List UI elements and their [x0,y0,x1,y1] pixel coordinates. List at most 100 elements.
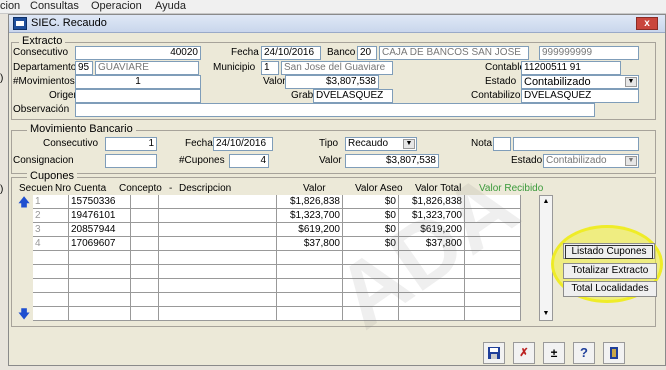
edge-mark: ) [0,184,4,195]
table-cell[interactable] [159,251,277,265]
table-cell[interactable] [159,293,277,307]
table-cell[interactable]: 15750336 [69,195,131,209]
table-cell[interactable] [159,265,277,279]
table-cell[interactable] [131,251,159,265]
table-cell[interactable] [69,251,131,265]
nota-field[interactable] [513,137,639,151]
table-cell[interactable] [131,293,159,307]
contabilizo-field[interactable]: DVELASQUEZ [521,89,639,103]
mov-valor-label: Valor [319,155,342,166]
mov-fecha-field[interactable]: 24/10/2016 [213,137,273,151]
table-cell[interactable] [33,307,69,321]
col-header-nro-cuenta: Nro Cuenta [55,183,107,194]
listado-cupones-button[interactable]: Listado Cupones [563,243,655,259]
estado-select[interactable]: Contabilizado ▼ [521,75,639,89]
departamento-code-field[interactable]: 95 [75,61,93,75]
chevron-down-icon[interactable]: ▼ [625,156,637,166]
close-button[interactable]: x [636,17,658,30]
table-cell[interactable] [159,307,277,321]
table-cell[interactable] [277,293,343,307]
table-cell[interactable]: 3 [33,223,69,237]
table-cell[interactable] [159,195,277,209]
menu-item-consultas[interactable]: Consultas [30,0,79,12]
table-cell[interactable] [131,279,159,293]
consignacion-field[interactable] [105,154,157,168]
table-cell[interactable]: $619,200 [277,223,343,237]
table-cell[interactable] [69,307,131,321]
table-row[interactable] [17,307,539,321]
table-cell[interactable] [159,209,277,223]
mov-valor-field[interactable]: $3,807,538 [345,154,439,168]
chevron-down-icon[interactable]: ▼ [625,77,637,87]
table-cell[interactable]: 20857944 [69,223,131,237]
table-cell[interactable] [131,195,159,209]
origen-field[interactable] [75,89,201,103]
totalizar-extracto-button[interactable]: Totalizar Extracto [563,263,657,279]
table-cell[interactable] [131,307,159,321]
total-localidades-button[interactable]: Total Localidades [563,281,657,297]
valor-field[interactable]: $3,807,538 [285,75,379,89]
chevron-down-icon[interactable]: ▼ [541,309,551,319]
table-cell[interactable] [159,279,277,293]
contable-field[interactable]: 11200511 91 [521,61,621,75]
table-cell[interactable] [33,293,69,307]
table-cell[interactable]: 2 [33,209,69,223]
table-cell[interactable] [69,265,131,279]
menu-item-cion[interactable]: cion [0,0,20,12]
municipio-name-field: San Jose del Guaviare [281,61,393,75]
table-cell[interactable] [159,237,277,251]
chevron-up-icon[interactable]: ▲ [541,197,551,207]
cancel-edit-icon[interactable]: ✗ [513,342,535,364]
table-cell[interactable] [131,265,159,279]
movimiento-title: Movimiento Bancario [27,123,136,135]
table-cell[interactable]: 1 [33,195,69,209]
table-cell[interactable]: $1,826,838 [277,195,343,209]
table-cell[interactable] [33,279,69,293]
tipo-select[interactable]: Recaudo ▼ [345,137,417,151]
table-cell[interactable]: $0 [343,195,399,209]
municipio-code-field[interactable]: 1 [261,61,279,75]
consignacion-label: Consignacion [13,155,74,166]
table-cell[interactable] [33,251,69,265]
table-cell[interactable]: 17069607 [69,237,131,251]
table-cell[interactable]: $37,800 [277,237,343,251]
consecutivo-field[interactable]: 40020 [75,46,201,60]
edge-mark: ) [0,73,4,84]
arrow-up-icon[interactable]: 🡅 [17,195,31,209]
table-cell[interactable]: 19476101 [69,209,131,223]
table-cell[interactable] [465,307,521,321]
table-cell[interactable] [33,265,69,279]
movimientos-field[interactable]: 1 [75,75,201,89]
banco-code-field[interactable]: 20 [357,46,377,60]
table-cell[interactable]: $1,323,700 [277,209,343,223]
nota-code-field[interactable] [493,137,511,151]
mov-consecutivo-label: Consecutivo [43,138,99,149]
table-cell[interactable] [277,307,343,321]
exit-door-icon[interactable] [603,342,625,364]
menu-item-ayuda[interactable]: Ayuda [155,0,186,12]
grabo-field[interactable]: DVELASQUEZ [313,89,393,103]
table-cell[interactable] [131,209,159,223]
table-cell[interactable] [69,279,131,293]
col-header-valor: Valor [303,183,326,194]
table-cell[interactable] [159,223,277,237]
mov-consecutivo-field[interactable]: 1 [105,137,157,151]
table-row[interactable] [17,293,539,307]
mov-estado-select[interactable]: Contabilizado ▼ [543,154,639,168]
arrow-down-icon[interactable]: 🡇 [17,307,31,321]
chevron-down-icon[interactable]: ▼ [403,139,415,149]
table-cell[interactable] [465,293,521,307]
fecha-field[interactable]: 24/10/2016 [261,46,321,60]
plus-minus-icon[interactable]: ± [543,342,565,364]
movimientos-label: #Movimientos [13,76,75,87]
save-icon[interactable] [483,342,505,364]
menu-item-operacion[interactable]: Operacion [91,0,142,12]
table-cell[interactable] [131,223,159,237]
table-cell[interactable] [131,237,159,251]
table-cell[interactable]: 4 [33,237,69,251]
table-cell[interactable] [69,293,131,307]
help-icon[interactable]: ? [573,342,595,364]
cupones-count-field[interactable]: 4 [229,154,269,168]
observacion-field[interactable] [75,103,595,117]
mov-estado-label: Estado [511,155,543,166]
